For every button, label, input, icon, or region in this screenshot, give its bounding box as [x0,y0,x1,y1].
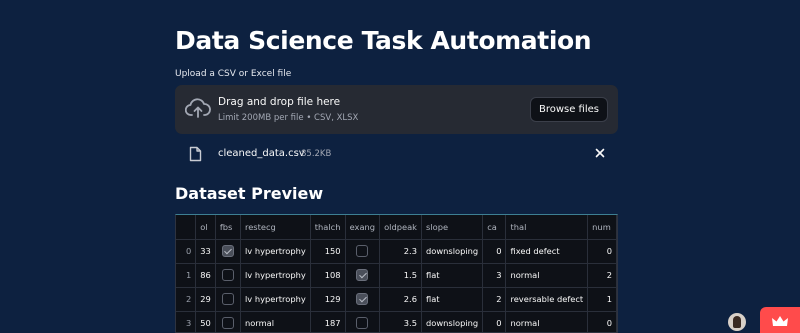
table-row[interactable]: 1 86 lv hypertrophy 108 1.5 flat 3 normal 2 [176,263,617,288]
table-cell: 2 [482,287,507,312]
checkbox-icon [356,317,369,329]
table-cell-checkbox [345,263,381,288]
crown-icon [772,316,788,326]
table-cell: 150 [310,239,346,264]
table-cell: 0 [587,239,617,264]
table-cell: reversable defect [505,287,589,312]
table-cell: 2 [587,263,617,288]
column-header[interactable]: exang [345,215,381,240]
table-cell: downsloping [421,311,484,332]
table-cell: flat [421,263,484,288]
table-cell: 0 [482,239,507,264]
table-cell: flat [421,287,484,312]
table-cell-checkbox [215,263,241,288]
table-cell: 129 [310,287,346,312]
table-cell: lv hypertrophy [240,287,311,312]
table-cell: 3 [482,263,507,288]
dropzone-limit-text: Limit 200MB per file • CSV, XLSX [218,113,359,123]
column-header[interactable]: restecg [240,215,311,240]
table-cell: lv hypertrophy [240,263,311,288]
table-cell-checkbox [215,311,241,332]
column-header[interactable]: fbs [215,215,241,240]
column-header[interactable]: thal [505,215,589,240]
table-cell-checkbox [345,287,381,312]
checkbox-icon [356,245,369,257]
table-row[interactable]: 0 33 lv hypertrophy 150 2.3 downsloping 0 fixed… [176,239,617,264]
uploaded-file-row: cleaned_data.csv 85.2KB [175,140,618,168]
table-cell: 2.6 [379,287,422,312]
table-cell: 0 [587,311,617,332]
table-cell: normal [505,263,589,288]
streamlit-badge[interactable] [760,307,800,333]
table-cell-checkbox [215,287,241,312]
cloud-upload-icon [185,98,211,118]
dataset-preview-table[interactable]: ol fbs restecg thalch exang oldpeak slop… [175,214,618,333]
column-header[interactable]: num [587,215,617,240]
checkbox-icon [221,317,234,329]
table-cell: 0 [482,311,507,332]
row-index: 1 [176,263,197,288]
avatar[interactable] [728,313,746,331]
uploaded-file-name: cleaned_data.csv [218,148,305,159]
table-row[interactable]: 3 50 normal 187 3.5 downsloping 0 normal 0 [176,311,617,332]
row-index: 3 [176,311,197,332]
column-header[interactable]: oldpeak [379,215,422,240]
table-cell: downsloping [421,239,484,264]
page-title: Data Science Task Automation [175,26,592,55]
close-icon[interactable] [594,147,606,159]
table-cell: 2.3 [379,239,422,264]
column-header[interactable]: ol [195,215,216,240]
column-header[interactable]: thalch [310,215,346,240]
table-cell: fixed defect [505,239,589,264]
file-icon [189,146,202,162]
table-cell: lv hypertrophy [240,239,311,264]
table-cell-checkbox [345,239,381,264]
uploaded-file-size: 85.2KB [301,149,332,159]
table-cell-checkbox [215,239,241,264]
table-cell: 187 [310,311,346,332]
column-header[interactable]: ca [482,215,507,240]
table-cell: 108 [310,263,346,288]
column-header[interactable]: slope [421,215,484,240]
table-header-row: ol fbs restecg thalch exang oldpeak slop… [176,215,617,240]
upload-label: Upload a CSV or Excel file [175,69,292,79]
table-cell: 29 [195,287,216,312]
checkbox-icon [356,293,369,305]
table-cell: 1.5 [379,263,422,288]
table-cell: 3.5 [379,311,422,332]
dropzone-title: Drag and drop file here [218,96,341,108]
table-cell: 86 [195,263,216,288]
checkbox-icon [221,245,234,257]
column-header[interactable] [176,215,197,240]
checkbox-icon [221,269,234,281]
table-cell: normal [505,311,589,332]
table-cell-checkbox [345,311,381,332]
row-index: 2 [176,287,197,312]
table-cell: normal [240,311,311,332]
browse-files-button[interactable]: Browse files [529,97,608,122]
file-dropzone[interactable]: Drag and drop file here Limit 200MB per … [175,85,618,134]
row-index: 0 [176,239,197,264]
table-cell: 50 [195,311,216,332]
dataset-preview-heading: Dataset Preview [175,184,324,203]
table-row[interactable]: 2 29 lv hypertrophy 129 2.6 flat 2 reversable d… [176,287,617,312]
checkbox-icon [221,293,234,305]
table-cell: 1 [587,287,617,312]
table-cell: 33 [195,239,216,264]
checkbox-icon [356,269,369,281]
